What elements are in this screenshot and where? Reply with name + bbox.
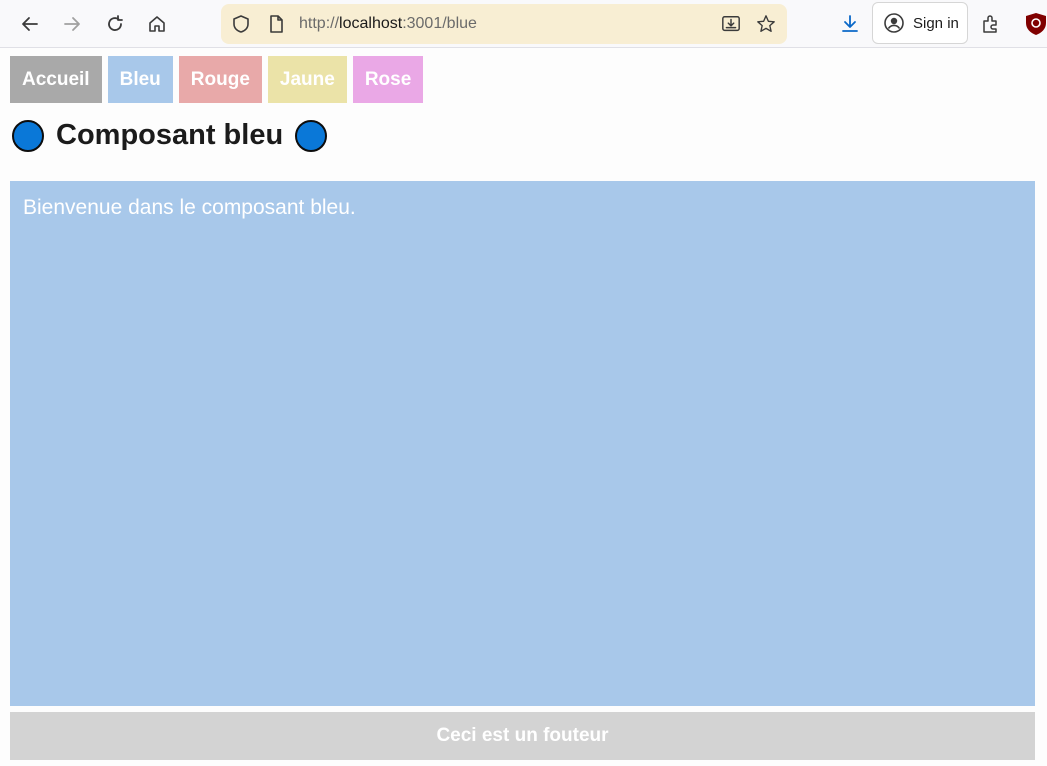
footer: Ceci est un fouteur bbox=[10, 712, 1035, 760]
blue-circle-icon bbox=[295, 119, 328, 152]
forward-button[interactable] bbox=[56, 8, 88, 40]
arrow-left-icon bbox=[22, 17, 38, 31]
account-icon bbox=[884, 13, 904, 33]
page-title: Composant bleu bbox=[56, 119, 284, 151]
url-path: :3001/blue bbox=[402, 15, 477, 32]
ublock-extension-icon[interactable] bbox=[1025, 12, 1047, 36]
address-bar[interactable]: http://localhost:3001/blue bbox=[221, 4, 787, 44]
nav-tab-accueil[interactable]: Accueil bbox=[10, 56, 102, 103]
reload-icon bbox=[108, 15, 123, 31]
back-button[interactable] bbox=[14, 8, 46, 40]
browser-toolbar: http://localhost:3001/blue Sign in bbox=[0, 0, 1047, 48]
sign-in-label: Sign in bbox=[913, 14, 959, 32]
downloads-button[interactable] bbox=[834, 8, 866, 40]
url-host: localhost bbox=[339, 15, 403, 32]
nav-tab-rouge[interactable]: Rouge bbox=[178, 56, 262, 103]
content-panel: Bienvenue dans le composant bleu. bbox=[10, 181, 1035, 706]
download-icon bbox=[842, 15, 858, 32]
nav-tab-rose[interactable]: Rose bbox=[352, 56, 424, 103]
url-text[interactable]: http://localhost:3001/blue bbox=[299, 15, 477, 33]
reload-button[interactable] bbox=[99, 8, 131, 40]
arrow-right-icon bbox=[64, 17, 80, 31]
url-scheme: http:// bbox=[299, 15, 340, 32]
page-info-icon[interactable] bbox=[266, 14, 286, 34]
nav-tab-bleu[interactable]: Bleu bbox=[107, 56, 173, 103]
save-to-device-icon[interactable] bbox=[721, 14, 741, 34]
home-button[interactable] bbox=[141, 8, 173, 40]
main-nav: Accueil Bleu Rouge Jaune Rose bbox=[10, 56, 424, 103]
shield-icon[interactable] bbox=[231, 14, 251, 34]
extensions-button[interactable] bbox=[975, 8, 1007, 40]
nav-tab-jaune[interactable]: Jaune bbox=[267, 56, 347, 103]
welcome-text: Bienvenue dans le composant bleu. bbox=[23, 196, 356, 219]
title-row: Composant bleu bbox=[12, 119, 328, 152]
puzzle-icon bbox=[983, 15, 997, 33]
blue-circle-icon bbox=[12, 119, 44, 152]
home-icon bbox=[149, 16, 165, 32]
sign-in-button[interactable]: Sign in bbox=[872, 2, 968, 44]
bookmark-star-icon[interactable] bbox=[756, 14, 776, 34]
